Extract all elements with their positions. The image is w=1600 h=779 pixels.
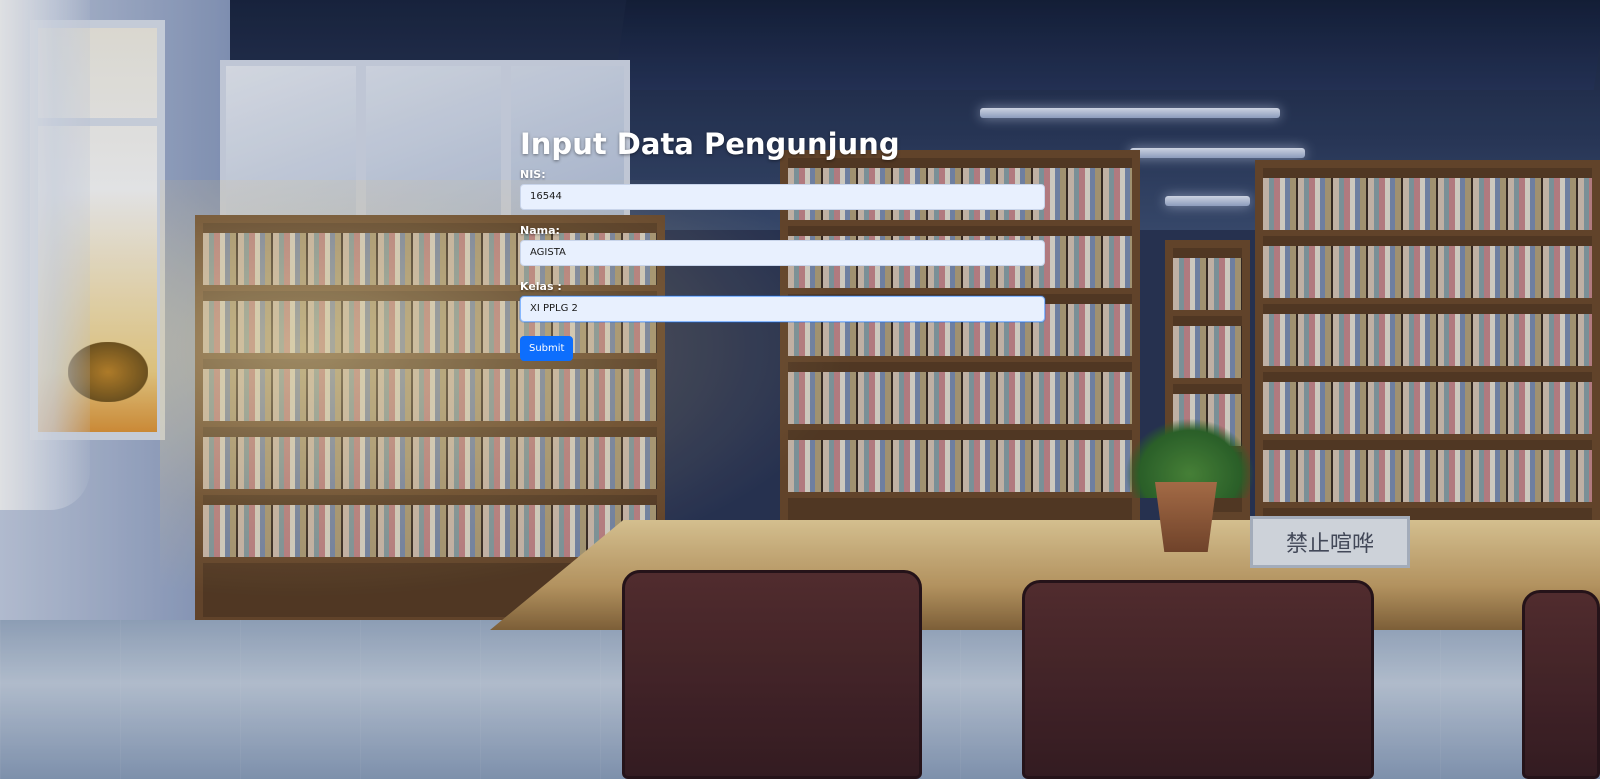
visitor-form: Input Data Pengunjung NIS: 16544 Nama: A…: [520, 124, 1045, 361]
kelas-label: Kelas :: [520, 280, 562, 293]
nis-label: NIS:: [520, 168, 546, 181]
nis-input[interactable]: 16544: [520, 184, 1045, 210]
overlay: [0, 0, 1600, 779]
submit-button[interactable]: Submit: [520, 336, 574, 361]
kelas-input[interactable]: XI PPLG 2: [520, 296, 1045, 322]
nama-input[interactable]: AGISTA: [520, 240, 1045, 266]
nama-label: Nama:: [520, 224, 560, 237]
page-title: Input Data Pengunjung: [520, 127, 900, 161]
library-background: 禁止喧哗: [0, 0, 1600, 779]
